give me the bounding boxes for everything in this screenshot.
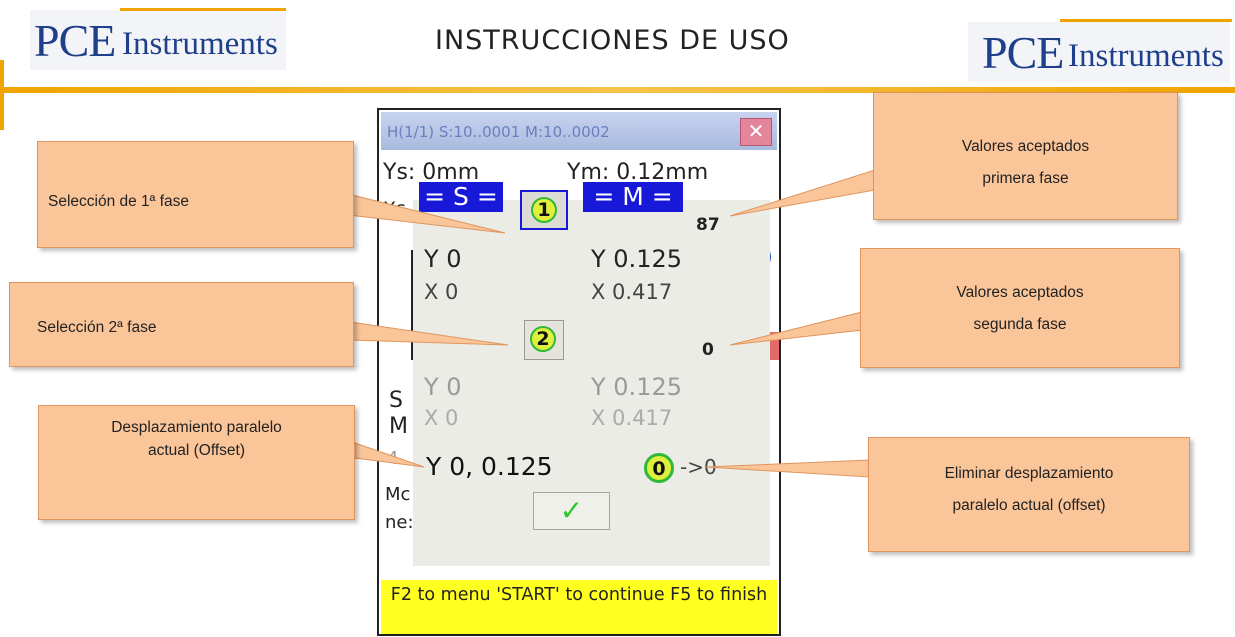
callout-offset-line2: actual (Offset): [147, 442, 246, 459]
callout-phase1-text: Selección de 1ª fase: [48, 193, 190, 210]
callout-accepted2: Valores aceptados segunda fase: [860, 248, 1180, 368]
leader-phase1: [339, 191, 506, 234]
callout-delete-line1: Eliminar desplazamiento: [944, 465, 1114, 482]
callout-delete: Eliminar desplazamiento paralelo actual …: [868, 437, 1190, 552]
callout-accepted2-line2: segunda fase: [973, 316, 1067, 333]
callout-offset-line1: Desplazamiento paralelo: [111, 419, 282, 436]
callout-phase2-text: Selección 2ª fase: [37, 319, 157, 336]
callout-accepted1-line1: Valores aceptados: [961, 138, 1090, 155]
leader-phase2: [349, 321, 509, 346]
leader-accepted1: [729, 169, 876, 217]
leader-delete: [705, 459, 871, 478]
leader-offset: [354, 442, 425, 468]
callout-offset: Desplazamiento paralelo actual (Offset): [38, 405, 355, 520]
callout-delete-line2: paralelo actual (offset): [952, 497, 1106, 514]
leader-accepted2: [729, 311, 863, 346]
callout-phase1: Selección de 1ª fase: [37, 141, 354, 248]
callout-accepted2-line1: Valores aceptados: [956, 284, 1084, 301]
callout-accepted1-line2: primera fase: [982, 170, 1069, 187]
callout-accepted1: Valores aceptados primera fase: [873, 92, 1178, 220]
callout-phase2: Selección 2ª fase: [9, 282, 354, 367]
